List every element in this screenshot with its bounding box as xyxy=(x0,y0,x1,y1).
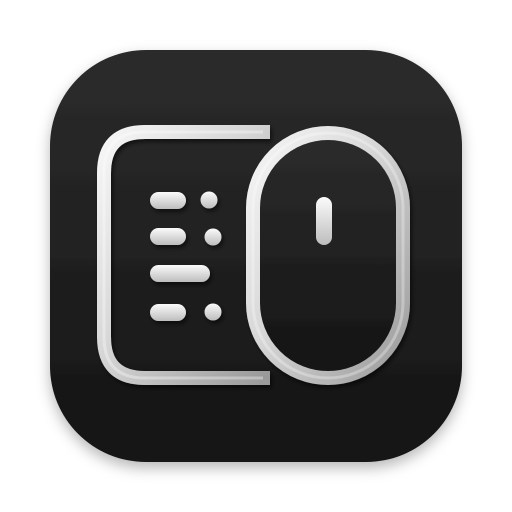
key-small xyxy=(204,228,222,246)
mouse-scroll-wheel xyxy=(316,197,332,245)
key-small xyxy=(200,191,218,209)
key-long xyxy=(150,228,186,245)
key-long xyxy=(150,192,186,209)
mouse-icon xyxy=(246,126,410,385)
key-small xyxy=(204,303,222,321)
app-icon xyxy=(50,50,462,462)
app-icon-stage xyxy=(0,0,512,512)
mouse-body xyxy=(246,126,410,385)
key-long xyxy=(150,265,210,282)
key-long xyxy=(150,304,186,321)
